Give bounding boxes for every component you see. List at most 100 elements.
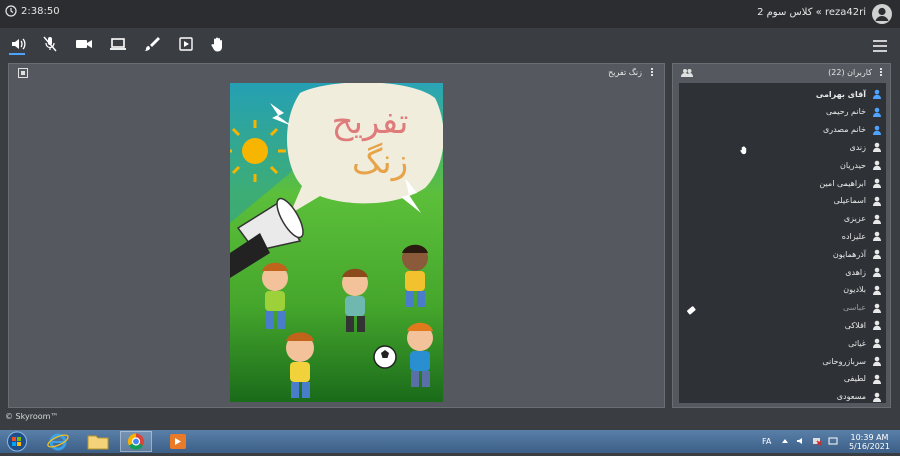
user-icon [873,89,881,99]
shared-poster-image: تفریح زنگ [230,83,443,402]
user-name: آذرهمایون [832,249,866,259]
user-name: افلاکی [844,320,866,330]
user-list-item[interactable]: زندی [849,139,882,155]
speaker-button[interactable] [10,36,28,52]
start-button[interactable] [4,431,30,452]
action-center-icon[interactable] [828,436,838,446]
user-icon [873,125,881,135]
users-panel: کاربران (22) آقای بهرامی خانم رحیمی خانم م… [672,63,891,408]
poster-title-bottom: زنگ [352,142,408,182]
raise-hand-button[interactable] [209,36,227,52]
microphone-button[interactable] [41,36,59,52]
copyright-footer: © Skyroom™ [5,412,59,421]
raised-hand-indicator-icon [740,146,747,155]
user-list[interactable]: آقای بهرامی خانم رحیمی خانم مصدری زندی حیدری… [679,83,886,403]
user-icon [873,338,881,349]
user-list-item[interactable]: ابراهیمی امین [819,175,882,191]
internet-explorer-icon [47,433,69,451]
user-name: ابراهیمی امین [819,178,866,188]
input-language-indicator[interactable]: FA [762,437,771,446]
user-list-item[interactable]: خانم رحیمی [826,104,882,120]
eraser-cursor-icon [687,306,696,315]
user-list-item[interactable]: بلادیون [843,282,882,298]
room-breadcrumb: reza42ri » کلاس سوم 2 [757,7,866,18]
user-name: عزیزی [843,214,866,224]
content-panel-options-button[interactable] [649,67,655,79]
user-icon [873,143,881,153]
tray-arrow-icon[interactable] [782,438,788,444]
windows-start-icon [7,431,27,452]
user-list-item[interactable]: مسعودی [837,389,882,403]
user-name: حیدریان [840,160,866,170]
users-panel-options-button[interactable] [878,67,884,79]
user-name: آقای بهرامی [815,89,866,99]
whiteboard-button[interactable] [143,36,161,52]
user-list-item[interactable]: عباسی [843,300,882,316]
content-panel: زنگ تفریح تفریح زنگ [8,63,665,408]
user-name: لطیفی [843,374,866,384]
user-icon [873,232,881,242]
user-name: مسعودی [836,392,866,402]
active-indicator [9,53,25,55]
video-camera-icon [76,40,92,48]
user-list-item[interactable]: خانم مصدری [823,122,882,138]
users-panel-header: کاربران (22) [673,64,890,82]
avatar[interactable] [872,4,892,24]
maximize-icon[interactable] [18,68,28,78]
user-icon [873,107,881,117]
user-name: بلادیون [843,285,866,295]
user-list-item[interactable]: افلاکی [845,317,882,333]
chrome-icon [127,433,144,450]
hand-icon [211,37,222,52]
user-icon [873,160,881,171]
user-list-item[interactable]: اسماعیلی [834,193,883,209]
user-icon [873,374,881,384]
users-panel-title: کاربران (22) [828,68,872,77]
taskbar-internet-explorer[interactable] [45,431,71,452]
hamburger-menu-button[interactable] [872,38,888,52]
user-list-item[interactable]: علیزاده [842,228,882,244]
folder-icon [87,435,109,450]
camera-button[interactable] [75,36,93,52]
media-player-icon [170,434,186,449]
clock-date: 5/16/2021 [848,442,890,451]
speaker-icon [12,38,26,50]
user-name: زندی [849,142,866,152]
media-player-button[interactable] [177,36,195,52]
top-bar: 2:38:50 reza42ri » کلاس سوم 2 [0,0,900,28]
user-icon [873,285,881,295]
users-group-icon [681,69,693,77]
brush-icon [144,37,160,51]
laptop-icon [110,38,126,50]
user-icon [873,214,881,224]
clock-time: 10:39 AM [850,433,889,442]
user-list-item[interactable]: حیدریان [840,157,882,173]
user-list-item[interactable]: سربازروحانی [822,353,882,369]
user-icon [873,321,881,331]
user-icon [873,267,881,277]
menu-icon [873,40,887,52]
volume-icon[interactable] [796,436,806,446]
system-clock[interactable]: 10:39 AM 5/16/2021 [849,433,890,451]
toolbar [0,30,900,60]
taskbar-media-player[interactable] [165,431,191,452]
content-panel-title: زنگ تفریح [608,68,642,77]
taskbar-chrome[interactable] [120,431,152,452]
screen-share-button[interactable] [109,36,127,52]
mic-off-icon [43,36,57,52]
user-list-item[interactable]: آذرهمایون [833,246,882,262]
user-name: اسماعیلی [833,196,867,206]
user-list-item[interactable]: لطیفی [844,371,882,387]
user-icon [873,249,881,260]
user-name: عباسی [843,303,866,313]
user-list-item[interactable]: عزیزی [844,211,882,227]
taskbar-file-explorer[interactable] [85,431,111,452]
user-icon [873,392,881,402]
user-list-item[interactable]: غیاثی [848,335,882,351]
user-name: سربازروحانی [822,356,866,366]
user-list-item[interactable]: زاهدی [845,264,882,280]
user-icon [873,356,881,366]
network-icon[interactable] [812,436,822,446]
user-name: زاهدی [845,267,866,277]
user-list-item[interactable]: آقای بهرامی [816,86,882,102]
